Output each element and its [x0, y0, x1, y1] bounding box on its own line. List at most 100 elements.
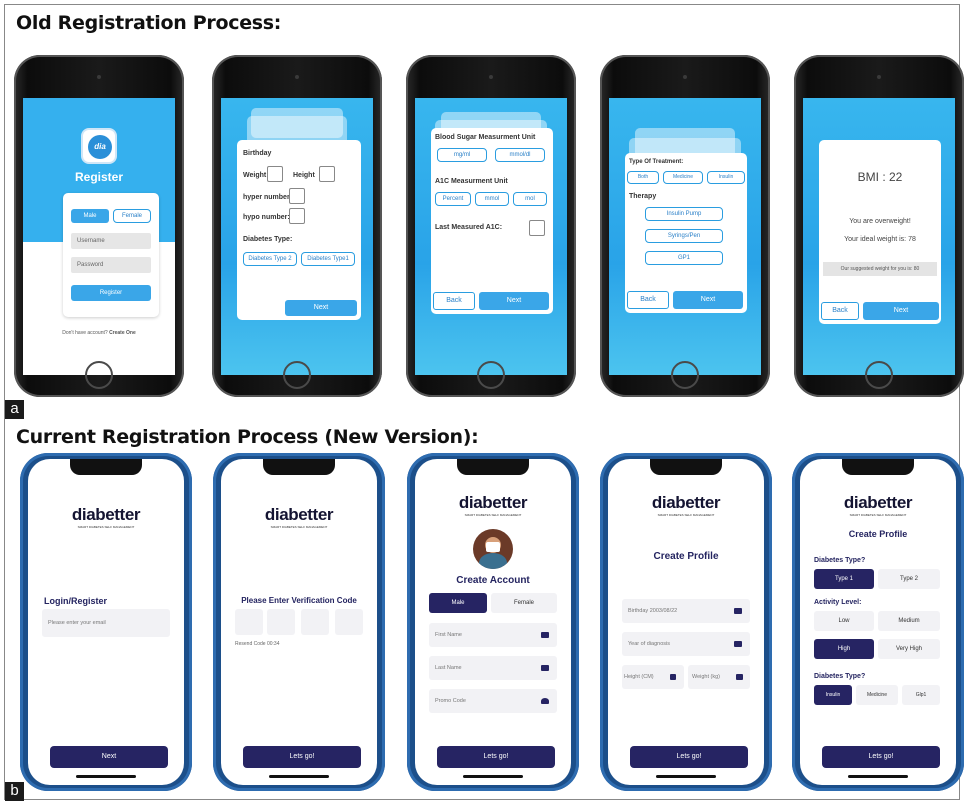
first-name-input[interactable]: First Name — [429, 623, 557, 647]
mgml-button[interactable]: mg/ml — [437, 148, 487, 162]
username-input[interactable]: Username — [71, 233, 151, 249]
bmi-card: BMI : 22 You are overweight! Your ideal … — [819, 140, 941, 324]
brand-logo: diabetter — [71, 505, 141, 524]
activity-very-high-toggle[interactable]: Very High — [878, 639, 940, 659]
section-a-title: Old Registration Process: — [16, 12, 282, 34]
register-title: Register — [74, 170, 124, 184]
insulin-pump-button[interactable]: Insulin Pump — [645, 207, 723, 221]
new-phone-verify: diabetter SMART DIABETES SELF MANAGEMENT… — [213, 453, 385, 791]
mmoldl-button[interactable]: mmol/dl — [495, 148, 545, 162]
camera-icon — [683, 75, 687, 79]
email-input[interactable]: Please enter your email — [42, 609, 170, 637]
hypo-label: hypo number: — [243, 214, 290, 221]
activity-high-toggle[interactable]: High — [814, 639, 874, 659]
next-button[interactable]: Next — [479, 292, 549, 310]
activity-low-toggle[interactable]: Low — [814, 611, 874, 631]
old-phone-body-info: Birthday Weight Height hyper number hypo… — [212, 55, 382, 397]
insulin-button[interactable]: Insulin — [707, 171, 745, 184]
back-button[interactable]: Back — [821, 302, 859, 320]
weight-label: Weight — [243, 172, 267, 179]
camera-icon — [97, 75, 101, 79]
new-screen-3: diabetter SMART DIABETES SELF MANAGEMENT… — [415, 459, 571, 785]
birthday-input[interactable]: Birthday 2003/08/22 — [622, 599, 750, 623]
brand-tagline: SMART DIABETES SELF MANAGEMENT — [849, 513, 907, 517]
insulin-toggle[interactable]: Insulin — [814, 685, 852, 705]
type2-toggle[interactable]: Type 2 — [878, 569, 940, 589]
home-button[interactable] — [865, 361, 893, 389]
treatment-type-label: Diabetes Type? — [814, 673, 866, 680]
last-name-input[interactable]: Last Name — [429, 656, 557, 680]
create-profile-title: Create Profile — [653, 551, 719, 562]
bmi-value: BMI : 22 — [857, 170, 903, 184]
next-button[interactable]: Next — [673, 291, 743, 309]
promo-code-input[interactable]: Promo Code — [429, 689, 557, 713]
phone-notch — [263, 459, 335, 475]
blood-sugar-unit-label: Blood Sugar Measurment Unit — [435, 134, 536, 141]
register-button[interactable]: Register — [71, 285, 151, 301]
old-screen-4: Type Of Treatment: Both Medicine Insulin… — [609, 98, 761, 375]
male-button[interactable]: Male — [71, 209, 109, 223]
section-b-title: Current Registration Process (New Versio… — [16, 426, 479, 448]
brand-logo: diabetter — [651, 493, 721, 512]
home-indicator — [848, 775, 908, 778]
therapy-label: Therapy — [629, 193, 657, 200]
lets-go-button[interactable]: Lets go! — [822, 746, 940, 768]
diabetes-type1-button[interactable]: Diabetes Type1 — [301, 252, 355, 266]
diabetes-type2-button[interactable]: Diabetes Type 2 — [243, 252, 297, 266]
back-button[interactable]: Back — [433, 292, 475, 310]
home-button[interactable] — [671, 361, 699, 389]
old-phone-treatment: Type Of Treatment: Both Medicine Insulin… — [600, 55, 770, 397]
hyper-input[interactable] — [289, 188, 305, 204]
next-button[interactable]: Next — [285, 300, 357, 316]
height-input[interactable] — [319, 166, 335, 182]
home-button[interactable] — [85, 361, 113, 389]
old-phone-units: Blood Sugar Measurment Unit mg/ml mmol/d… — [406, 55, 576, 397]
medicine-toggle[interactable]: Medicine — [856, 685, 898, 705]
phone-notch — [842, 459, 914, 475]
home-button[interactable] — [283, 361, 311, 389]
lets-go-button[interactable]: Lets go! — [437, 746, 555, 768]
female-button[interactable]: Female — [113, 209, 151, 223]
activity-medium-toggle[interactable]: Medium — [878, 611, 940, 631]
code-digit-2[interactable] — [267, 609, 295, 635]
brand-tagline: SMART DIABETES SELF MANAGEMENT — [464, 513, 522, 517]
lets-go-button[interactable]: Lets go! — [243, 746, 361, 768]
last-a1c-input[interactable] — [529, 220, 545, 236]
code-digit-1[interactable] — [235, 609, 263, 635]
syringe-pen-button[interactable]: Syrings/Pen — [645, 229, 723, 243]
avatar[interactable] — [473, 529, 513, 569]
brand-tagline: SMART DIABETES SELF MANAGEMENT — [77, 525, 135, 529]
percent-button[interactable]: Percent — [435, 192, 471, 206]
both-button[interactable]: Both — [627, 171, 659, 184]
male-toggle[interactable]: Male — [429, 593, 487, 613]
brand-tagline: SMART DIABETES SELF MANAGEMENT — [657, 513, 715, 517]
login-title: Login/Register — [44, 596, 108, 606]
next-button[interactable]: Next — [863, 302, 939, 320]
back-button[interactable]: Back — [627, 291, 669, 309]
code-digit-3[interactable] — [301, 609, 329, 635]
lets-go-button[interactable]: Lets go! — [630, 746, 748, 768]
medicine-button[interactable]: Medicine — [663, 171, 703, 184]
resend-code-link[interactable]: Resend Code 00:34 — [235, 641, 279, 647]
new-screen-5: diabetter SMART DIABETES SELF MANAGEMENT… — [800, 459, 956, 785]
gp1-button[interactable]: GP1 — [645, 251, 723, 265]
female-toggle[interactable]: Female — [491, 593, 557, 613]
glp1-toggle[interactable]: Glp1 — [902, 685, 940, 705]
mmol-button[interactable]: mmol — [475, 192, 509, 206]
hypo-input[interactable] — [289, 208, 305, 224]
camera-icon — [486, 542, 500, 552]
camera-icon — [877, 75, 881, 79]
diagnosis-year-input[interactable]: Year of diagnosis — [622, 632, 750, 656]
camera-icon — [489, 75, 493, 79]
ideal-weight-text: Your ideal weight is: 78 — [844, 236, 916, 243]
weight-input[interactable] — [267, 166, 283, 182]
new-phone-login: diabetter SMART DIABETES SELF MANAGEMENT… — [20, 453, 192, 791]
create-account-link[interactable]: Don't have account? Create One — [23, 330, 175, 336]
next-button[interactable]: Next — [50, 746, 168, 768]
type1-toggle[interactable]: Type 1 — [814, 569, 874, 589]
home-button[interactable] — [477, 361, 505, 389]
mol-button[interactable]: mol — [513, 192, 547, 206]
code-digit-4[interactable] — [335, 609, 363, 635]
password-input[interactable]: Password — [71, 257, 151, 273]
home-indicator — [269, 775, 329, 778]
